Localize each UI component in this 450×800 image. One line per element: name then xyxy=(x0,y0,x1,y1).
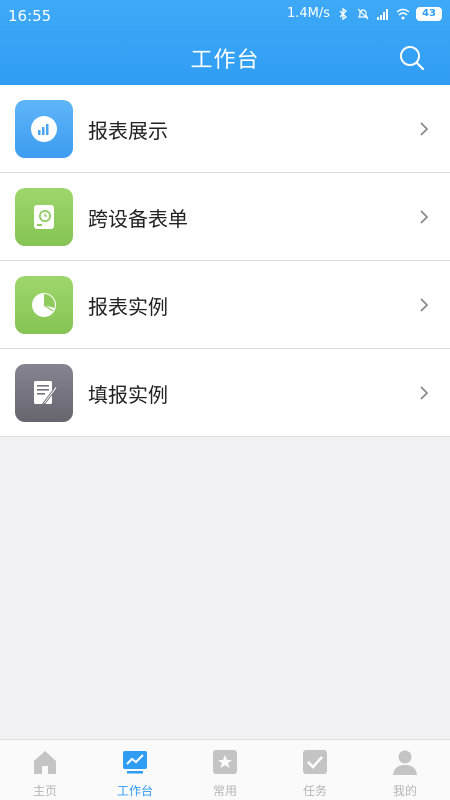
list-item-cross-device-form[interactable]: 跨设备表单 xyxy=(0,173,450,261)
chevron-right-icon xyxy=(420,122,429,136)
list-item-report-display[interactable]: 报表展示 xyxy=(0,85,450,173)
network-speed: 1.4M/s xyxy=(286,6,330,21)
app-header: 16:55 1.4M/s 43 工作台 xyxy=(0,0,450,85)
bar-chart-icon xyxy=(15,100,73,158)
tab-label: 工作台 xyxy=(116,784,153,798)
list-item-label: 跨设备表单 xyxy=(88,207,188,231)
device-clock-icon xyxy=(15,188,73,246)
mute-bell-icon xyxy=(357,8,369,19)
bottom-tab-bar: 主页 工作台 常用 任务 我的 xyxy=(0,739,450,800)
status-bar: 16:55 1.4M/s 43 xyxy=(0,0,450,30)
list-item-fill-example[interactable]: 填报实例 xyxy=(0,349,450,437)
star-icon xyxy=(213,750,237,774)
tab-label: 主页 xyxy=(32,784,57,798)
page-title: 工作台 xyxy=(190,48,260,73)
tab-home[interactable]: 主页 xyxy=(0,740,90,800)
tab-tasks[interactable]: 任务 xyxy=(270,740,360,800)
edit-document-icon xyxy=(15,364,73,422)
wifi-icon xyxy=(396,8,410,19)
list-item-label: 填报实例 xyxy=(88,383,168,407)
checkbox-icon xyxy=(303,750,327,774)
home-icon xyxy=(34,751,56,774)
battery-indicator: 43 xyxy=(416,6,442,21)
user-icon xyxy=(393,750,417,775)
pie-chart-icon xyxy=(15,276,73,334)
tab-label: 常用 xyxy=(212,784,237,798)
dashboard-icon xyxy=(123,751,147,774)
status-indicators: 1.4M/s 43 xyxy=(287,6,442,21)
tab-workbench[interactable]: 工作台 xyxy=(90,740,180,800)
signal-icon xyxy=(377,8,388,20)
list-item-label: 报表展示 xyxy=(88,119,168,143)
tab-favorites[interactable]: 常用 xyxy=(180,740,270,800)
status-time: 16:55 xyxy=(8,7,52,25)
tab-label: 我的 xyxy=(392,784,417,798)
tab-profile[interactable]: 我的 xyxy=(360,740,450,800)
chevron-right-icon xyxy=(420,386,429,400)
list-item-label: 报表实例 xyxy=(88,295,168,319)
search-icon[interactable] xyxy=(398,44,426,72)
chevron-right-icon xyxy=(420,210,429,224)
chevron-right-icon xyxy=(420,298,429,312)
list-item-report-example[interactable]: 报表实例 xyxy=(0,261,450,349)
tab-label: 任务 xyxy=(302,784,327,798)
workbench-list: 报表展示 跨设备表单 报表实例 填报实例 xyxy=(0,85,450,437)
bluetooth-icon xyxy=(339,7,348,20)
